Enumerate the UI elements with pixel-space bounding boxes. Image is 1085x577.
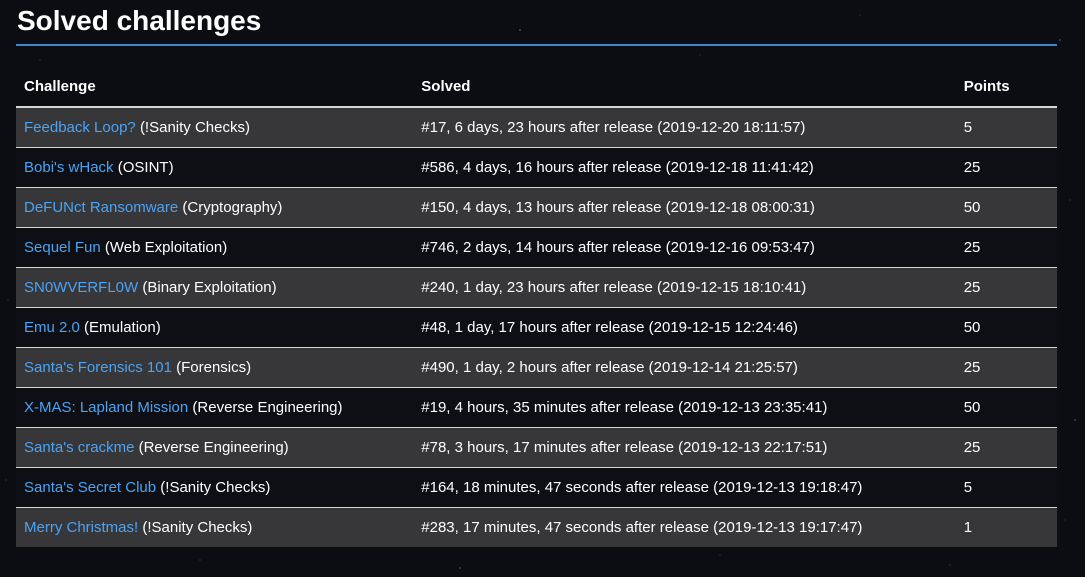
points-cell: 5 bbox=[955, 107, 1057, 148]
challenge-category: (!Sanity Checks) bbox=[160, 479, 271, 496]
challenge-cell: Emu 2.0 (Emulation) bbox=[16, 307, 414, 348]
solved-cell: #48, 1 day, 17 hours after release (2019… bbox=[413, 307, 956, 348]
challenge-category: (Reverse Engineering) bbox=[138, 439, 289, 456]
solved-cell: #490, 1 day, 2 hours after release (2019… bbox=[413, 347, 956, 388]
challenge-category: (Binary Exploitation) bbox=[142, 279, 277, 296]
challenge-category: (Forensics) bbox=[176, 359, 252, 376]
table-row: Merry Christmas! (!Sanity Checks) #283, … bbox=[16, 507, 1057, 547]
challenge-link[interactable]: X-MAS: Lapland Mission bbox=[24, 399, 188, 416]
challenge-category: (Emulation) bbox=[84, 319, 161, 336]
challenge-category: (!Sanity Checks) bbox=[142, 519, 253, 536]
challenge-category: (!Sanity Checks) bbox=[139, 119, 250, 136]
challenge-cell: Santa's crackme (Reverse Engineering) bbox=[16, 427, 414, 468]
challenge-cell: Sequel Fun (Web Exploitation) bbox=[16, 227, 414, 268]
solved-cell: #17, 6 days, 23 hours after release (201… bbox=[413, 107, 956, 148]
points-cell: 25 bbox=[955, 427, 1057, 468]
table-row: Santa's crackme (Reverse Engineering) #7… bbox=[16, 427, 1057, 468]
challenge-cell: Feedback Loop? (!Sanity Checks) bbox=[16, 107, 414, 148]
solved-cell: #240, 1 day, 23 hours after release (201… bbox=[413, 267, 956, 308]
challenge-link[interactable]: Santa's crackme bbox=[24, 439, 134, 456]
table-row: Sequel Fun (Web Exploitation) #746, 2 da… bbox=[16, 227, 1057, 268]
challenge-link[interactable]: SN0WVERFL0W bbox=[24, 279, 138, 296]
solved-cell: #283, 17 minutes, 47 seconds after relea… bbox=[413, 507, 956, 547]
solved-cell: #164, 18 minutes, 47 seconds after relea… bbox=[413, 467, 956, 508]
challenge-cell: Merry Christmas! (!Sanity Checks) bbox=[16, 507, 414, 547]
challenge-category: (Cryptography) bbox=[182, 199, 283, 216]
page-title: Solved challenges bbox=[17, 5, 262, 36]
challenge-cell: Bobi's wHack (OSINT) bbox=[16, 147, 414, 188]
column-header-points: Points bbox=[955, 66, 1057, 108]
points-cell: 50 bbox=[955, 387, 1057, 428]
challenge-link[interactable]: Merry Christmas! bbox=[24, 519, 138, 536]
table-row: DeFUNct Ransomware (Cryptography) #150, … bbox=[16, 187, 1057, 228]
solved-cell: #746, 2 days, 14 hours after release (20… bbox=[413, 227, 956, 268]
points-cell: 5 bbox=[955, 467, 1057, 508]
points-cell: 1 bbox=[955, 507, 1057, 547]
column-header-challenge: Challenge bbox=[16, 66, 414, 108]
table-row: Santa's Secret Club (!Sanity Checks) #16… bbox=[16, 467, 1057, 508]
challenge-cell: DeFUNct Ransomware (Cryptography) bbox=[16, 187, 414, 228]
solved-cell: #78, 3 hours, 17 minutes after release (… bbox=[413, 427, 956, 468]
challenge-category: (Reverse Engineering) bbox=[192, 399, 343, 416]
challenge-cell: X-MAS: Lapland Mission (Reverse Engineer… bbox=[16, 387, 414, 428]
table-row: SN0WVERFL0W (Binary Exploitation) #240, … bbox=[16, 267, 1057, 308]
challenge-link[interactable]: Santa's Forensics 101 bbox=[24, 359, 172, 376]
challenge-link[interactable]: Santa's Secret Club bbox=[24, 479, 156, 496]
challenge-category: (OSINT) bbox=[117, 159, 174, 176]
table-row: Emu 2.0 (Emulation) #48, 1 day, 17 hours… bbox=[16, 307, 1057, 348]
solved-cell: #150, 4 days, 13 hours after release (20… bbox=[413, 187, 956, 228]
title-divider bbox=[16, 44, 1057, 46]
points-cell: 50 bbox=[955, 307, 1057, 348]
challenge-link[interactable]: Emu 2.0 bbox=[24, 319, 80, 336]
column-header-solved: Solved bbox=[413, 66, 956, 108]
table-row: Feedback Loop? (!Sanity Checks) #17, 6 d… bbox=[16, 107, 1057, 148]
challenge-link[interactable]: DeFUNct Ransomware bbox=[24, 199, 178, 216]
challenge-link[interactable]: Bobi's wHack bbox=[24, 159, 114, 176]
table-header-row: Challenge Solved Points bbox=[16, 66, 1057, 108]
table-row: Santa's Forensics 101 (Forensics) #490, … bbox=[16, 347, 1057, 388]
points-cell: 25 bbox=[955, 347, 1057, 388]
points-cell: 25 bbox=[955, 227, 1057, 268]
challenge-link[interactable]: Feedback Loop? bbox=[24, 119, 136, 136]
solved-challenges-table: Challenge Solved Points Feedback Loop? (… bbox=[16, 66, 1057, 547]
solved-cell: #586, 4 days, 16 hours after release (20… bbox=[413, 147, 956, 188]
points-cell: 25 bbox=[955, 147, 1057, 188]
challenge-cell: SN0WVERFL0W (Binary Exploitation) bbox=[16, 267, 414, 308]
solved-cell: #19, 4 hours, 35 minutes after release (… bbox=[413, 387, 956, 428]
table-row: X-MAS: Lapland Mission (Reverse Engineer… bbox=[16, 387, 1057, 428]
challenge-link[interactable]: Sequel Fun bbox=[24, 239, 101, 256]
table-row: Bobi's wHack (OSINT) #586, 4 days, 16 ho… bbox=[16, 147, 1057, 188]
points-cell: 50 bbox=[955, 187, 1057, 228]
challenge-cell: Santa's Secret Club (!Sanity Checks) bbox=[16, 467, 414, 508]
challenge-category: (Web Exploitation) bbox=[104, 239, 228, 256]
points-cell: 25 bbox=[955, 267, 1057, 308]
challenge-cell: Santa's Forensics 101 (Forensics) bbox=[16, 347, 414, 388]
